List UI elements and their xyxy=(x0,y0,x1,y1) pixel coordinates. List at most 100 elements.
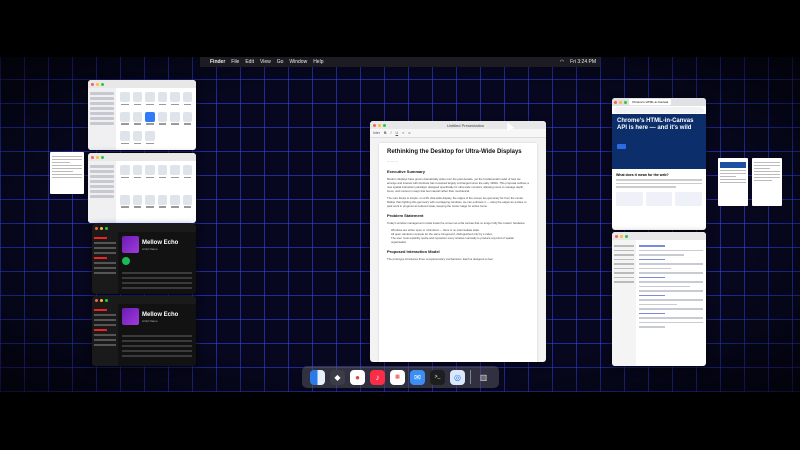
album-art[interactable] xyxy=(122,308,139,325)
document-page[interactable]: Rethinking the Desktop for Ultra-Wide Di… xyxy=(379,143,537,362)
music-window[interactable]: Mellow Echo Artist Name xyxy=(92,296,196,366)
finder-window[interactable] xyxy=(88,153,196,223)
article-cta-button[interactable] xyxy=(617,144,626,149)
music-icon[interactable]: ♪ xyxy=(370,369,385,385)
close-icon[interactable] xyxy=(95,298,98,302)
zoom-icon[interactable] xyxy=(625,234,628,238)
folder-icon[interactable] xyxy=(132,194,142,208)
finder-titlebar[interactable] xyxy=(88,80,196,88)
text-editor-window[interactable]: Untitled Presentation Inter B I U ≡ ∞ Re… xyxy=(370,121,546,362)
folder-icon[interactable] xyxy=(120,165,130,178)
folder-icon[interactable] xyxy=(170,165,180,178)
close-icon[interactable] xyxy=(614,100,617,104)
link-icon[interactable]: ∞ xyxy=(408,131,411,135)
menu-view[interactable]: View xyxy=(260,59,271,65)
menu-go[interactable]: Go xyxy=(277,59,284,65)
folder-icon[interactable] xyxy=(157,92,167,105)
folder-icon[interactable] xyxy=(145,194,155,208)
folder-icon[interactable] xyxy=(170,92,180,105)
mail-icon[interactable]: ✉ xyxy=(410,369,425,385)
feature-card[interactable] xyxy=(616,191,643,206)
track-list[interactable] xyxy=(122,269,192,292)
folder-icon[interactable] xyxy=(182,92,192,105)
document-thumbnail[interactable] xyxy=(752,158,782,206)
folder-icon[interactable] xyxy=(120,194,130,208)
album-artist[interactable]: Artist Name xyxy=(142,319,158,323)
finder-icon[interactable] xyxy=(310,369,325,385)
minimize-icon[interactable] xyxy=(620,234,623,238)
folder-icon[interactable] xyxy=(182,111,192,125)
zoom-icon[interactable] xyxy=(101,155,104,159)
trash-icon[interactable]: ▥ xyxy=(476,370,491,385)
music-sidebar[interactable] xyxy=(92,304,118,366)
folder-icon[interactable] xyxy=(145,131,155,145)
safari-icon[interactable]: ◎ xyxy=(450,369,465,385)
folder-icon[interactable] xyxy=(170,194,180,208)
editor-titlebar[interactable]: Untitled Presentation xyxy=(370,121,546,129)
browser-thumbnail[interactable] xyxy=(718,158,748,206)
chrome-icon[interactable]: ● xyxy=(350,369,365,385)
folder-icon[interactable] xyxy=(132,131,142,145)
album-art[interactable] xyxy=(122,236,139,253)
minimize-icon[interactable] xyxy=(100,226,103,230)
folder-icon[interactable] xyxy=(145,92,155,105)
menu-window[interactable]: Window xyxy=(289,59,307,65)
launchpad-icon[interactable]: ◆ xyxy=(330,369,345,385)
track-list[interactable] xyxy=(122,332,192,360)
terminal-icon[interactable]: >_ xyxy=(430,369,445,385)
music-sidebar[interactable] xyxy=(92,232,118,294)
album-artist[interactable]: Artist Name xyxy=(142,247,158,251)
close-icon[interactable] xyxy=(91,82,94,86)
code-area[interactable] xyxy=(639,242,703,331)
minimize-icon[interactable] xyxy=(378,123,381,127)
zoom-icon[interactable] xyxy=(383,123,386,127)
italic-icon[interactable]: I xyxy=(391,131,392,135)
menu-file[interactable]: File xyxy=(231,59,239,65)
folder-icon[interactable] xyxy=(182,194,192,208)
close-icon[interactable] xyxy=(373,123,376,127)
music-window[interactable]: Mellow Echo Artist Name xyxy=(92,224,196,294)
font-select[interactable]: Inter xyxy=(373,131,380,135)
minimize-icon[interactable] xyxy=(96,155,99,159)
finder-file-grid[interactable] xyxy=(116,161,196,223)
folder-icon[interactable] xyxy=(132,165,142,178)
folder-icon[interactable] xyxy=(132,92,142,105)
bold-icon[interactable]: B xyxy=(384,131,387,135)
close-icon[interactable] xyxy=(615,234,618,238)
finder-file-grid[interactable] xyxy=(116,88,196,150)
menu-app-name[interactable]: Finder xyxy=(210,59,225,65)
close-icon[interactable] xyxy=(91,155,94,159)
zoom-icon[interactable] xyxy=(105,226,108,230)
feature-card[interactable] xyxy=(645,191,673,206)
folder-icon[interactable] xyxy=(145,165,155,178)
browser-tab[interactable]: Chrome's HTML-in-Canvas xyxy=(629,99,672,105)
folder-icon[interactable] xyxy=(120,92,130,105)
file-tree[interactable] xyxy=(612,240,636,366)
close-icon[interactable] xyxy=(95,226,98,230)
zoom-icon[interactable] xyxy=(105,298,108,302)
folder-icon[interactable] xyxy=(120,111,130,125)
browser-window[interactable]: Chrome's HTML-in-Canvas Chrome's HTML-in… xyxy=(612,98,706,230)
underline-icon[interactable]: U xyxy=(396,131,399,135)
wifi-icon[interactable]: ◠ xyxy=(560,59,564,65)
document-thumbnail[interactable] xyxy=(50,152,84,194)
feature-card[interactable] xyxy=(675,191,703,206)
menu-edit[interactable]: Edit xyxy=(245,59,254,65)
music-titlebar[interactable] xyxy=(92,296,196,304)
folder-icon[interactable] xyxy=(145,111,155,125)
menu-help[interactable]: Help xyxy=(313,59,323,65)
folder-icon[interactable] xyxy=(157,165,167,178)
zoom-icon[interactable] xyxy=(101,82,104,86)
folder-icon[interactable] xyxy=(170,111,180,125)
finder-sidebar[interactable] xyxy=(88,161,116,223)
music-titlebar[interactable] xyxy=(92,224,196,232)
finder-window[interactable] xyxy=(88,80,196,150)
folder-icon[interactable] xyxy=(157,194,167,208)
code-editor-window[interactable] xyxy=(612,232,706,366)
minimize-icon[interactable] xyxy=(96,82,99,86)
calendar-icon[interactable]: ▦ xyxy=(390,369,405,385)
folder-icon[interactable] xyxy=(157,111,167,125)
finder-sidebar[interactable] xyxy=(88,88,116,150)
minimize-icon[interactable] xyxy=(619,100,622,104)
finder-titlebar[interactable] xyxy=(88,153,196,161)
